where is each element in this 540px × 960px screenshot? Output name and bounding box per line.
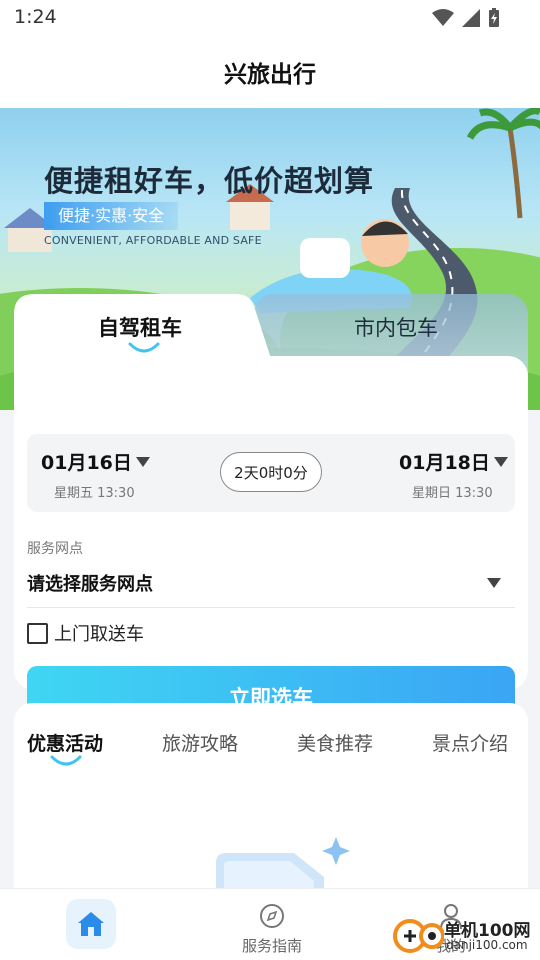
banner-tagline: 便捷·实惠·安全 bbox=[44, 202, 179, 230]
branch-dropdown-icon bbox=[487, 578, 501, 588]
pickup-date[interactable]: 01月16日 bbox=[41, 448, 150, 475]
status-time: 1:24 bbox=[14, 6, 57, 28]
rental-duration: 2天0时0分 bbox=[220, 452, 322, 492]
info-card: 优惠活动 旅游攻略 美食推荐 景点介绍 bbox=[14, 703, 528, 903]
delivery-option[interactable]: 上门取送车 bbox=[27, 620, 144, 646]
nav-home[interactable] bbox=[66, 899, 116, 949]
pickup-date-value: 01月16日 bbox=[41, 452, 132, 474]
status-bar: 1:24 bbox=[0, 0, 540, 36]
watermark-url: danji100.com bbox=[446, 938, 528, 952]
tab-self-drive[interactable]: 自驾租车 bbox=[98, 312, 182, 342]
banner-headline: 便捷租好车，低价超划算 bbox=[44, 164, 375, 198]
pickup-date-detail: 星期五 13:30 bbox=[54, 486, 135, 501]
banner-english-tagline: CONVENIENT, AFFORDABLE AND SAFE bbox=[44, 234, 262, 247]
nav-service-guide[interactable]: 服务指南 bbox=[220, 903, 324, 956]
empty-state-icon bbox=[216, 837, 350, 893]
battery-icon bbox=[489, 8, 499, 27]
tab-promotions[interactable]: 优惠活动 bbox=[27, 729, 103, 756]
return-dropdown-icon bbox=[493, 456, 508, 467]
tab-city-charter[interactable]: 市内包车 bbox=[354, 312, 438, 342]
tab-travel-guide[interactable]: 旅游攻略 bbox=[162, 729, 238, 756]
delivery-label: 上门取送车 bbox=[54, 624, 144, 645]
wifi-icon bbox=[432, 9, 454, 26]
branch-label: 服务网点 bbox=[27, 541, 83, 557]
delivery-checkbox[interactable] bbox=[27, 622, 48, 644]
status-icons bbox=[432, 8, 500, 28]
compass-icon bbox=[260, 904, 284, 928]
watermark-logo bbox=[393, 919, 445, 953]
branch-select[interactable]: 请选择服务网点 bbox=[27, 560, 515, 608]
tab-food[interactable]: 美食推荐 bbox=[297, 729, 373, 756]
date-range-selector[interactable]: 01月16日 星期五 13:30 2天0时0分 01月18日 星期日 13:30 bbox=[27, 434, 515, 512]
pickup-dropdown-icon bbox=[135, 456, 150, 467]
watermark: 单机100网 danji100.com bbox=[392, 914, 538, 958]
return-date-detail: 星期日 13:30 bbox=[412, 486, 493, 501]
home-icon bbox=[78, 912, 104, 936]
palm-tree bbox=[466, 108, 540, 219]
booking-card: 01月16日 星期五 13:30 2天0时0分 01月18日 星期日 13:30… bbox=[14, 294, 528, 728]
page-title: 兴旅出行 bbox=[224, 62, 316, 88]
tab-attractions[interactable]: 景点介绍 bbox=[432, 729, 508, 756]
return-date[interactable]: 01月18日 bbox=[399, 448, 508, 475]
branch-placeholder: 请选择服务网点 bbox=[27, 574, 153, 595]
active-info-tab-indicator bbox=[50, 755, 82, 766]
rental-duration-value: 2天0时0分 bbox=[234, 463, 308, 482]
signal-icon bbox=[462, 9, 480, 27]
booking-form: 01月16日 星期五 13:30 2天0时0分 01月18日 星期日 13:30… bbox=[14, 356, 528, 728]
active-tab-indicator bbox=[128, 342, 160, 353]
nav-service-guide-label: 服务指南 bbox=[241, 937, 302, 955]
return-date-value: 01月18日 bbox=[399, 452, 490, 474]
app-header: 兴旅出行 bbox=[0, 36, 540, 108]
